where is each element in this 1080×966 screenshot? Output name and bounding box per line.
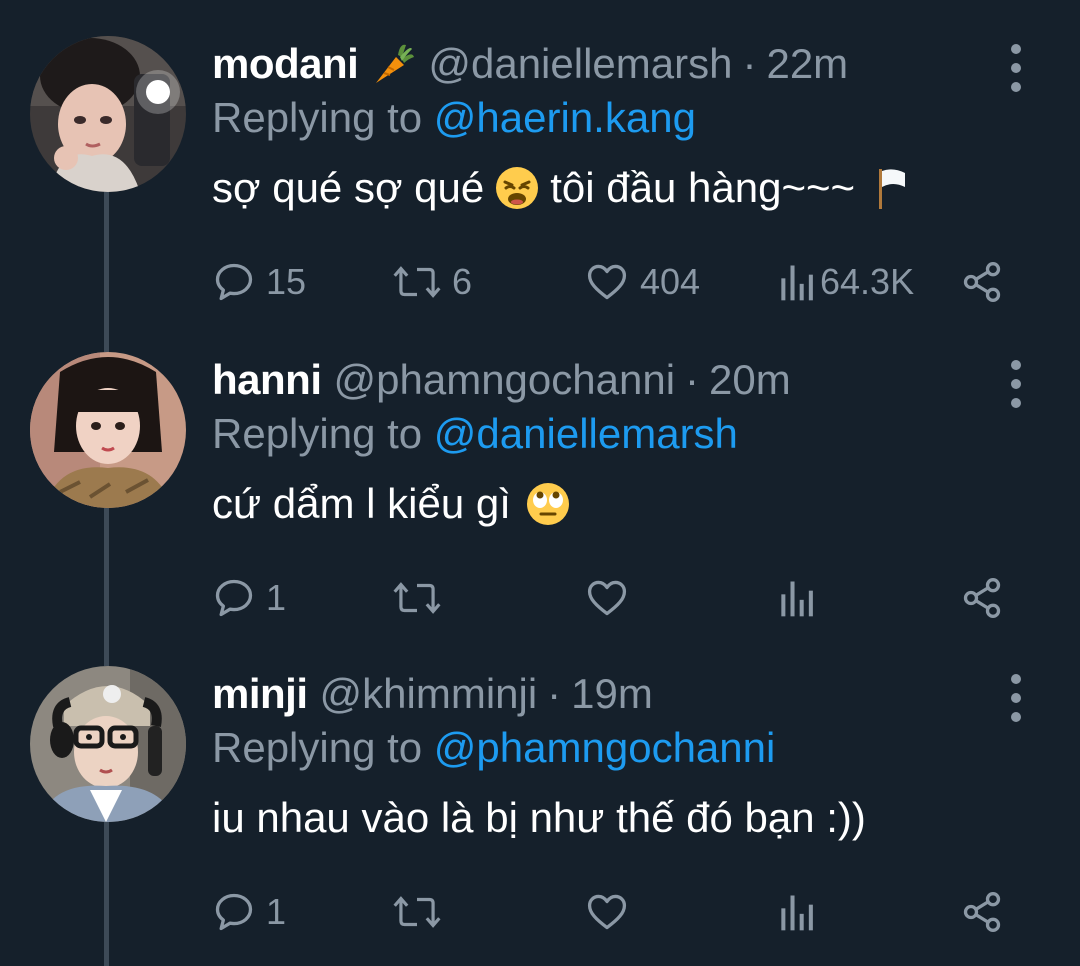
views-button[interactable] [776,570,826,626]
like-button[interactable] [584,884,640,940]
heart-icon [587,264,627,300]
user-handle[interactable]: @khimminji [320,670,538,718]
heart-icon [587,580,627,616]
tweet-text-part: cứ dẩm l kiểu gì [212,480,511,527]
share-icon [963,892,1001,932]
share-button[interactable] [960,884,1004,940]
reply-thread: modani @daniellemarsh · 22m Replying to … [0,0,1080,966]
retweet-icon [393,266,441,298]
tweet-actions: 1 [212,884,1012,940]
tweet-text-part: tôi đầu hàng~~~ [550,164,856,211]
reply-icon [215,263,253,301]
timestamp[interactable]: 20m [709,356,791,404]
display-name[interactable]: modani [212,40,359,88]
user-handle[interactable]: @phamngochanni [334,356,676,404]
tweet-text: cứ dẩm l kiểu gì [212,480,581,528]
display-name[interactable]: minji [212,670,308,718]
tweet[interactable]: hanni @phamngochanni · 20m Replying to @… [0,352,1080,652]
like-button[interactable] [584,570,640,626]
tweet-text: iu nhau vào là bị như thế đó bạn :)) [212,794,866,842]
avatar[interactable] [30,666,186,822]
share-button[interactable] [960,570,1004,626]
separator-dot: · [742,40,757,87]
retweet-icon [393,582,441,614]
separator-dot: · [685,356,700,403]
reply-icon [215,893,253,931]
replying-to-label: Replying to [212,410,423,457]
views-button[interactable] [776,884,826,940]
share-button[interactable] [960,254,1004,310]
more-options-icon[interactable] [1004,674,1028,722]
tweet-header: hanni @phamngochanni · 20m [212,352,791,408]
heart-icon [587,894,627,930]
replying-to-link[interactable]: @daniellemarsh [434,410,738,457]
views-icon [781,581,813,617]
reply-button[interactable]: 15 [212,254,306,310]
like-button[interactable]: 404 [584,254,700,310]
tweet-actions: 15 6 404 64.3K [212,254,1012,310]
replying-to: Replying to @daniellemarsh [212,410,738,458]
reply-count: 1 [266,891,287,932]
tweet[interactable]: modani @daniellemarsh · 22m Replying to … [0,36,1080,336]
reply-count: 15 [266,261,307,302]
tweet-actions: 1 [212,570,1012,626]
reply-icon [215,579,253,617]
weary-face-emoji [494,165,540,211]
separator-dot: · [547,670,562,717]
avatar[interactable] [30,36,186,192]
replying-to: Replying to @haerin.kang [212,94,696,142]
tweet-text-part: iu nhau vào là bị như thế đó bạn :)) [212,794,866,841]
view-count: 64.3K [820,261,915,302]
retweet-button[interactable]: 6 [392,254,472,310]
timestamp[interactable]: 22m [766,40,848,88]
tweet[interactable]: minji @khimminji · 19m Replying to @pham… [0,666,1080,966]
views-icon [781,265,813,301]
reply-button[interactable]: 1 [212,884,286,940]
replying-to-label: Replying to [212,94,423,141]
tweet-header: minji @khimminji · 19m [212,666,653,722]
carrot-icon [370,41,416,87]
tweet-text: sợ qué sợ qué tôi đầu hàng~~~ [212,164,921,212]
timestamp[interactable]: 19m [571,670,653,718]
retweet-button[interactable] [392,884,452,940]
display-name[interactable]: hanni [212,356,322,404]
retweet-count: 6 [452,261,473,302]
reply-button[interactable]: 1 [212,570,286,626]
more-options-icon[interactable] [1004,360,1028,408]
views-button[interactable]: 64.3K [776,254,914,310]
replying-to-label: Replying to [212,724,423,771]
rolling-eyes-emoji [525,481,571,527]
like-count: 404 [640,261,701,302]
share-icon [963,262,1001,302]
retweet-icon [393,896,441,928]
user-handle[interactable]: @daniellemarsh [428,40,732,88]
replying-to: Replying to @phamngochanni [212,724,775,772]
reply-count: 1 [266,577,287,618]
more-options-icon[interactable] [1004,44,1028,92]
views-icon [781,895,813,931]
replying-to-link[interactable]: @haerin.kang [434,94,696,141]
tweet-text-part: sợ qué sợ qué [212,164,485,211]
share-icon [963,578,1001,618]
tweet-header: modani @daniellemarsh · 22m [212,36,848,92]
replying-to-link[interactable]: @phamngochanni [434,724,776,771]
avatar[interactable] [30,352,186,508]
white-flag-emoji [875,165,911,211]
retweet-button[interactable] [392,570,452,626]
